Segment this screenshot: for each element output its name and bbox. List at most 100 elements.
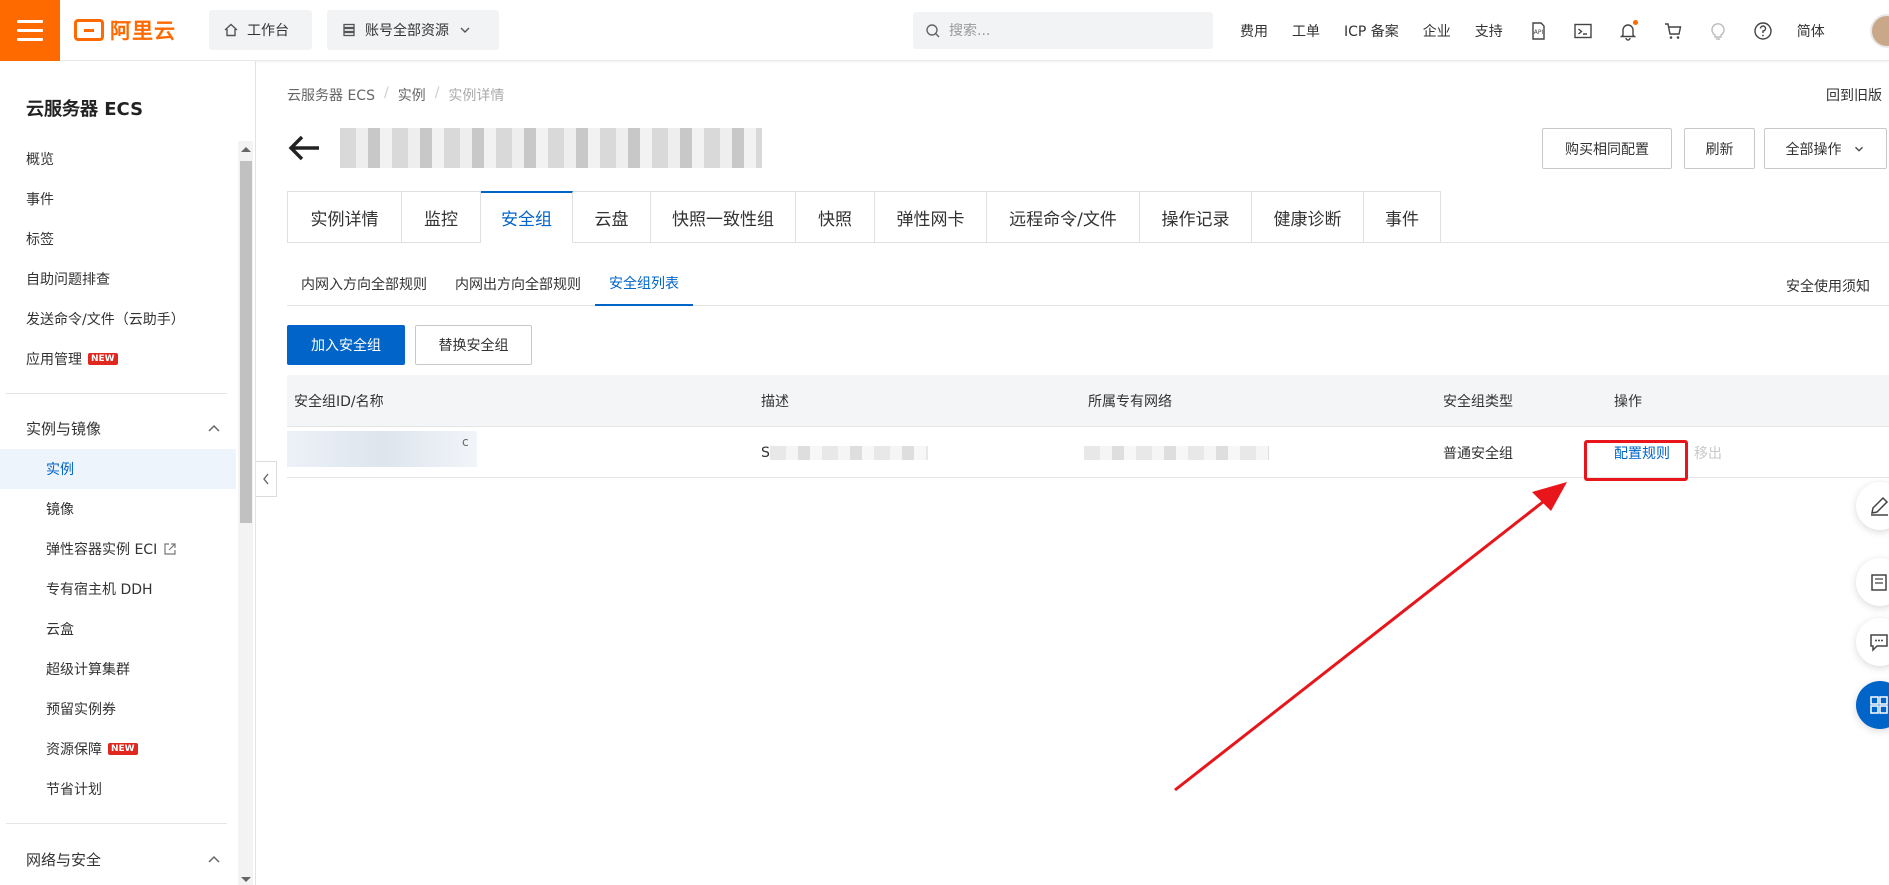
chat-float-button[interactable] xyxy=(1856,618,1889,666)
sidebar-item-label: 节省计划 xyxy=(46,782,102,798)
sidebar-item-label: 自助问题排查 xyxy=(26,272,110,288)
sidebar-item-overview[interactable]: 概览 xyxy=(26,149,54,169)
sidebar-item-label: 弹性容器实例 ECI xyxy=(46,542,158,558)
sidebar-item-resource-guarantee[interactable]: 资源保障 NEW xyxy=(46,739,138,759)
sidebar-item-label: 应用管理 xyxy=(26,352,82,368)
api-icon[interactable]: API xyxy=(1527,20,1549,42)
sidebar-group-label: 网络与安全 xyxy=(26,851,102,869)
language-switch[interactable]: 简体 xyxy=(1797,21,1825,41)
old-version-link[interactable]: 回到旧版 xyxy=(1826,85,1882,105)
apps-float-button[interactable] xyxy=(1856,681,1889,729)
tab-snapshots[interactable]: 快照 xyxy=(796,191,875,243)
tab-health-diagnosis[interactable]: 健康诊断 xyxy=(1252,191,1364,243)
breadcrumb: 云服务器 ECS / 实例 / 实例详情 xyxy=(287,85,504,105)
bell-icon[interactable] xyxy=(1617,19,1639,42)
menu-icon[interactable] xyxy=(0,0,60,61)
nav-cost[interactable]: 费用 xyxy=(1240,21,1268,41)
sidebar-item-tags[interactable]: 标签 xyxy=(26,229,54,249)
column-header-description: 描述 xyxy=(761,394,789,410)
breadcrumb-ecs[interactable]: 云服务器 ECS xyxy=(287,85,375,105)
new-badge: NEW xyxy=(88,353,118,365)
tab-remote-command[interactable]: 远程命令/文件 xyxy=(987,191,1140,243)
sidebar-item-label: 事件 xyxy=(26,192,54,208)
scroll-up-arrow[interactable] xyxy=(241,147,251,152)
sidebar-item-scc[interactable]: 超级计算集群 xyxy=(46,659,130,679)
sidebar-item-label: 资源保障 xyxy=(46,742,102,758)
edit-float-button[interactable] xyxy=(1856,482,1889,530)
tab-snapshot-consistency-group[interactable]: 快照一致性组 xyxy=(651,191,796,243)
docs-float-button[interactable] xyxy=(1856,558,1889,606)
sidebar-item-ddh[interactable]: 专有宿主机 DDH xyxy=(46,579,153,599)
description-redacted xyxy=(769,445,928,460)
tab-eni[interactable]: 弹性网卡 xyxy=(875,191,987,243)
aliyun-logo[interactable]: 阿里云 xyxy=(74,14,176,46)
sidebar-item-cloud-box[interactable]: 云盒 xyxy=(46,619,74,639)
workbench-button[interactable]: 工作台 xyxy=(209,10,312,50)
sidebar-item-images[interactable]: 镜像 xyxy=(46,499,74,519)
join-security-group-button[interactable]: 加入安全组 xyxy=(287,325,405,365)
sidebar-item-troubleshoot[interactable]: 自助问题排查 xyxy=(26,269,110,289)
search-box[interactable] xyxy=(913,12,1213,49)
breadcrumb-current: 实例详情 xyxy=(448,88,505,104)
sidebar-item-instances[interactable]: 实例 xyxy=(46,459,74,479)
tab-monitoring[interactable]: 监控 xyxy=(402,191,481,243)
tab-events[interactable]: 事件 xyxy=(1364,191,1441,243)
top-nav: 费用 工单 ICP 备案 企业 支持 API 简体 xyxy=(1240,0,1849,61)
sidebar-item-cloud-assistant[interactable]: 发送命令/文件（云助手） xyxy=(26,309,185,329)
breadcrumb-instances[interactable]: 实例 xyxy=(398,85,426,105)
resources-dropdown[interactable]: 账号全部资源 xyxy=(327,10,499,50)
tab-instance-details[interactable]: 实例详情 xyxy=(287,191,402,243)
security-notice-link[interactable]: 安全使用须知 xyxy=(1786,276,1870,296)
description-prefix: S xyxy=(761,444,770,461)
subtab-security-group-list[interactable]: 安全组列表 xyxy=(595,261,693,306)
sidebar-item-savings-plan[interactable]: 节省计划 xyxy=(46,779,102,799)
search-input[interactable] xyxy=(949,22,1189,39)
security-group-id-redacted[interactable] xyxy=(287,431,477,467)
sidebar-item-eci[interactable]: 弹性容器实例 ECI xyxy=(46,539,177,559)
sidebar-item-label: 预留实例券 xyxy=(46,702,116,718)
sidebar-divider xyxy=(6,823,227,824)
remove-link[interactable]: 移出 xyxy=(1694,443,1722,463)
buy-same-config-button[interactable]: 购买相同配置 xyxy=(1542,128,1672,169)
column-header-id: 安全组ID/名称 xyxy=(294,394,384,410)
sidebar-item-reserved[interactable]: 预留实例券 xyxy=(46,699,116,719)
lightbulb-icon[interactable] xyxy=(1707,20,1729,42)
scroll-down-arrow[interactable] xyxy=(241,877,251,882)
nav-ticket[interactable]: 工单 xyxy=(1292,21,1320,41)
subtab-outbound-rules[interactable]: 内网出方向全部规则 xyxy=(441,261,595,306)
all-actions-dropdown[interactable]: 全部操作 xyxy=(1764,128,1887,169)
nav-support[interactable]: 支持 xyxy=(1475,21,1503,41)
configure-rules-link[interactable]: 配置规则 xyxy=(1614,443,1670,463)
help-icon[interactable] xyxy=(1752,20,1774,42)
terminal-icon[interactable] xyxy=(1572,20,1594,42)
notification-dot xyxy=(1632,19,1638,25)
table-header: 安全组ID/名称 描述 所属专有网络 安全组类型 操作 xyxy=(287,375,1889,427)
sidebar-item-app-management[interactable]: 应用管理 NEW xyxy=(26,349,118,369)
nav-enterprise[interactable]: 企业 xyxy=(1423,21,1451,41)
sidebar-active-highlight xyxy=(0,449,236,489)
book-icon xyxy=(1871,574,1887,591)
breadcrumb-separator: / xyxy=(383,85,389,101)
tab-security-group[interactable]: 安全组 xyxy=(481,191,573,243)
refresh-button[interactable]: 刷新 xyxy=(1684,128,1755,169)
sidebar-item-label: 标签 xyxy=(26,232,54,248)
subtab-inbound-rules[interactable]: 内网入方向全部规则 xyxy=(287,261,441,306)
nav-icp[interactable]: ICP 备案 xyxy=(1344,21,1399,41)
table-row: c S 普通安全组 配置规则 移出 xyxy=(287,427,1889,478)
avatar[interactable] xyxy=(1870,14,1889,48)
sidebar-item-label: 专有宿主机 DDH xyxy=(46,582,153,598)
cart-icon[interactable] xyxy=(1662,20,1684,42)
back-arrow-icon[interactable] xyxy=(287,133,321,163)
sidebar-group-network[interactable]: 网络与安全 xyxy=(26,849,222,870)
sidebar-item-events[interactable]: 事件 xyxy=(26,189,54,209)
sidebar-divider xyxy=(6,393,227,394)
tab-operation-logs[interactable]: 操作记录 xyxy=(1140,191,1252,243)
workbench-label: 工作台 xyxy=(247,23,289,39)
chat-icon xyxy=(1870,634,1888,652)
sidebar-collapse-button[interactable] xyxy=(256,461,277,497)
sidebar-group-instances[interactable]: 实例与镜像 xyxy=(26,418,222,439)
sidebar-scroll-thumb[interactable] xyxy=(240,161,252,523)
tab-disks[interactable]: 云盘 xyxy=(573,191,651,243)
replace-security-group-button[interactable]: 替换安全组 xyxy=(415,325,532,365)
sidebar-item-label: 超级计算集群 xyxy=(46,662,130,678)
